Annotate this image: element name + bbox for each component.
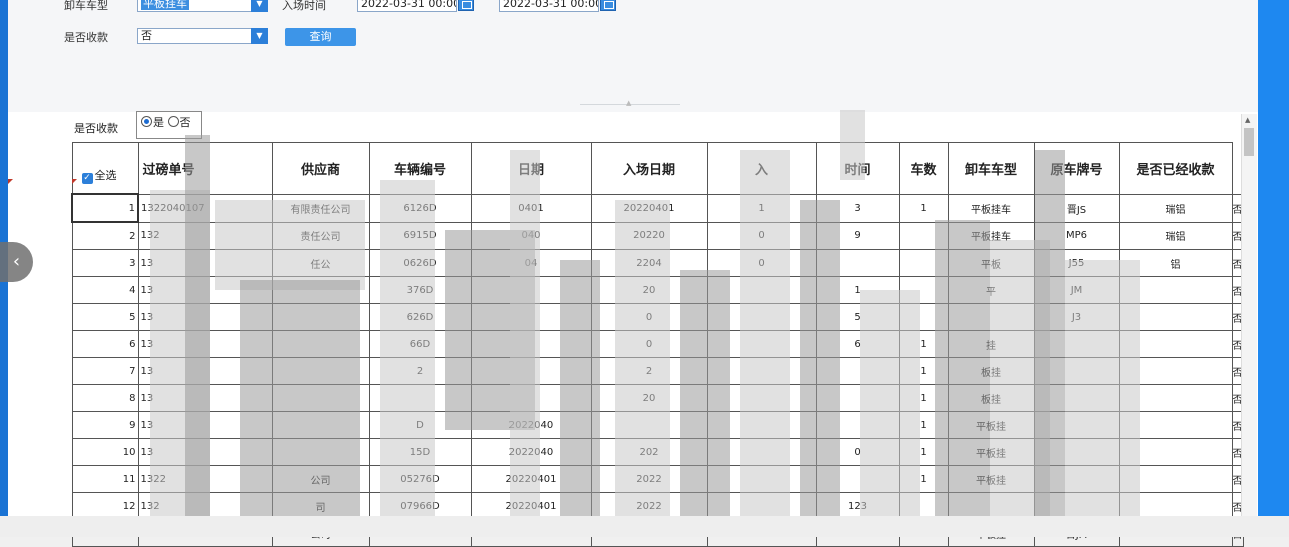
- radio-yes[interactable]: [141, 116, 152, 127]
- table-cell[interactable]: 瑞铝: [1118, 221, 1233, 250]
- filter-panel: 卸车车型 平板挂车 ▼ 入场时间 2022-03-31 00:00... 202…: [8, 0, 1258, 112]
- redaction-mosaic: [240, 280, 360, 516]
- row-number[interactable]: 9: [71, 411, 139, 439]
- col-header[interactable]: 供应商: [271, 142, 370, 195]
- row-number[interactable]: 11: [71, 465, 139, 493]
- checkbox-icon[interactable]: ✓: [81, 172, 93, 184]
- row-number[interactable]: 8: [71, 384, 139, 412]
- redaction-mosaic: [380, 180, 435, 516]
- redaction-mosaic: [1035, 150, 1065, 516]
- row-number[interactable]: 2: [71, 221, 139, 250]
- scroll-up-icon[interactable]: ▲: [1245, 116, 1250, 124]
- collected-select[interactable]: 否 ▼: [137, 28, 268, 44]
- scroll-thumb[interactable]: [1244, 128, 1254, 156]
- select-all-header[interactable]: ✓ 全选: [71, 142, 139, 195]
- redaction-mosaic: [740, 150, 790, 516]
- time-from-input[interactable]: 2022-03-31 00:00...: [357, 0, 457, 12]
- radio-no-label: 否: [179, 116, 191, 129]
- row-number[interactable]: 3: [71, 249, 139, 277]
- col-header[interactable]: 是否已经收款: [1118, 142, 1233, 195]
- radio-no[interactable]: [167, 116, 179, 127]
- vehicle-type-value: 平板挂车: [141, 0, 189, 10]
- row-number[interactable]: 5: [71, 303, 139, 331]
- calendar-icon[interactable]: [600, 0, 616, 11]
- redaction-mosaic: [860, 290, 920, 516]
- row-number[interactable]: 10: [71, 438, 139, 466]
- row-number[interactable]: 6: [71, 330, 139, 358]
- vehicle-type-label: 卸车车型: [64, 0, 108, 12]
- redaction-mosaic: [680, 270, 730, 516]
- edit-marker: [72, 179, 77, 184]
- edit-marker: [8, 179, 13, 184]
- redaction-mosaic: [215, 200, 365, 290]
- redaction-mosaic: [560, 260, 600, 516]
- vertical-scrollbar[interactable]: ▲: [1241, 114, 1257, 516]
- table-cell[interactable]: 1: [898, 193, 949, 223]
- time-to-input[interactable]: 2022-03-31 00:00...: [499, 0, 599, 12]
- radio-yes-label: 是: [153, 116, 164, 129]
- right-window-edge: [1258, 0, 1289, 516]
- redaction-mosaic: [935, 220, 990, 516]
- table-cell[interactable]: 平板挂车: [947, 193, 1035, 223]
- collected-filter-label: 是否收款: [64, 31, 108, 44]
- vehicle-type-select[interactable]: 平板挂车 ▼: [137, 0, 268, 12]
- redaction-mosaic: [840, 110, 865, 180]
- row-number[interactable]: 4: [71, 276, 139, 304]
- table-cell[interactable]: 瑞铝: [1118, 193, 1233, 223]
- col-header[interactable]: 入场日期: [590, 142, 708, 195]
- col-header[interactable]: 卸车车型: [947, 142, 1035, 195]
- entry-time-label: 入场时间: [282, 0, 326, 12]
- redaction-mosaic: [185, 135, 210, 516]
- select-all-label: 全选: [94, 168, 117, 182]
- redaction-mosaic: [1065, 260, 1140, 516]
- bottom-toolbar: [0, 516, 1289, 537]
- grid-header-row: ✓全选 过磅单号 供应商 车辆编号 日期 入场日期 入 时间 车数 卸车车型 原…: [71, 142, 1243, 195]
- row-number[interactable]: 7: [71, 357, 139, 385]
- redaction-mosaic: [800, 200, 840, 516]
- redaction-mosaic: [615, 200, 670, 516]
- col-header[interactable]: 车数: [898, 142, 949, 195]
- chevron-down-icon[interactable]: ▼: [251, 28, 268, 44]
- collected-select-value: 否: [141, 29, 152, 42]
- redaction-mosaic: [510, 150, 540, 516]
- chevron-up-icon[interactable]: ▲: [626, 99, 631, 107]
- calendar-icon[interactable]: [458, 0, 474, 11]
- query-button[interactable]: 查询: [285, 28, 356, 46]
- row-number[interactable]: 1: [71, 193, 139, 223]
- radio-collected-label: 是否收款: [74, 122, 118, 135]
- chevron-down-icon[interactable]: ▼: [251, 0, 268, 12]
